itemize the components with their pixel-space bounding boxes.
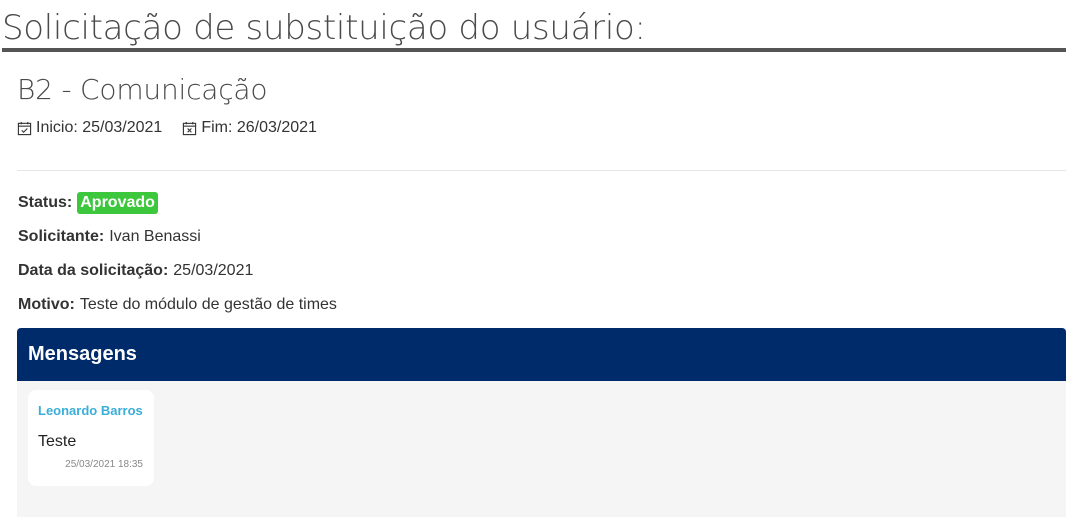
calendar-x-icon [183, 121, 197, 135]
calendar-check-icon [17, 121, 32, 135]
start-date: Inicio: 25/03/2021 [17, 118, 162, 138]
request-date-value: 25/03/2021 [173, 262, 254, 279]
team-dates: Inicio: 25/03/2021 Fim: 26/03/2021 [17, 118, 317, 138]
requester-value: Ivan Benassi [109, 228, 201, 245]
start-date-label: Inicio: 25/03/2021 [36, 119, 163, 136]
end-date: Fim: 26/03/2021 [182, 118, 317, 138]
reason-row: Motivo: Teste do módulo de gestão de tim… [18, 294, 337, 316]
messages-panel: Mensagens Leonardo Barros Teste 25/03/20… [17, 328, 1066, 517]
page: Solicitação de substituição do usuário: … [0, 0, 1070, 517]
message-card: Leonardo Barros Teste 25/03/2021 18:35 [28, 390, 154, 486]
reason-value: Teste do módulo de gestão de times [79, 296, 337, 313]
requester-label: Solicitante: [18, 228, 105, 245]
status-badge: Aprovado [77, 192, 158, 214]
reason-label: Motivo: [18, 296, 75, 313]
messages-title: Mensagens [28, 343, 137, 365]
title-underline [2, 48, 1066, 52]
team-name: B2 - Comunicação [17, 73, 268, 106]
page-title: Solicitação de substituição do usuário: [2, 8, 646, 48]
message-text: Teste [38, 433, 77, 450]
message-timestamp: 25/03/2021 18:35 [65, 459, 143, 470]
message-author: Leonardo Barros [38, 403, 143, 418]
requester-row: Solicitante: Ivan Benassi [18, 226, 201, 248]
section-divider [17, 170, 1066, 171]
status-label: Status: [18, 194, 73, 211]
request-date-label: Data da solicitação: [18, 262, 169, 279]
status-row: Status: Aprovado [18, 192, 158, 214]
request-date-row: Data da solicitação: 25/03/2021 [18, 260, 253, 282]
messages-header: Mensagens [17, 328, 1066, 381]
end-date-label: Fim: 26/03/2021 [201, 119, 317, 136]
